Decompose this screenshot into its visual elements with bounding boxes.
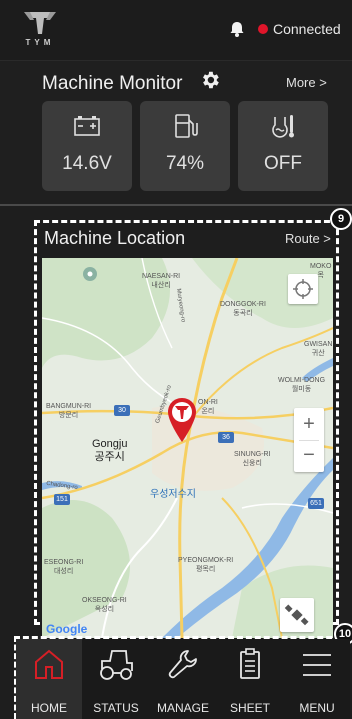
connection-status-dot (258, 24, 268, 34)
bell-icon[interactable] (228, 20, 246, 38)
app-header: TYM Connected (0, 0, 352, 60)
tractor-icon (100, 650, 133, 680)
my-location-button[interactable] (288, 274, 318, 304)
map-label-reservoir: 우성저수지 (150, 489, 196, 500)
nav-label-menu: MENU (299, 701, 335, 715)
gear-icon[interactable] (199, 69, 221, 91)
map-label-gwisan: GWISAN 귀산 (304, 341, 333, 357)
map-label-okseong: OKSEONG-RI 옥성리 (82, 597, 127, 613)
map-label-naesan: NAESAN-RI 내산리 (142, 273, 181, 289)
clipboard-icon (240, 648, 260, 679)
more-link[interactable]: More > (286, 75, 327, 90)
battery-icon (74, 116, 100, 136)
coolant-tile[interactable]: OFF (238, 101, 328, 191)
connection-status: Connected (273, 21, 341, 37)
nav-item-sheet[interactable]: SHEET (217, 639, 283, 719)
road-shield-651: 651 (310, 500, 322, 507)
nav-item-status[interactable]: STATUS (83, 639, 149, 719)
fuel-value: 74% (165, 153, 205, 174)
location-map[interactable]: NAESAN-RI 내산리 DONGGOK-RI 동곡리 MOKO 목 GWIS… (42, 258, 333, 638)
road-shield-151: 151 (56, 496, 68, 503)
wrench-icon (168, 650, 197, 679)
coolant-value: OFF (264, 153, 302, 174)
machine-monitor-section: Machine Monitor More > 14.6V 74% OFF (0, 60, 352, 204)
logo-text: TYM (25, 38, 55, 47)
annotation-badge-9: 9 (330, 208, 352, 230)
map-label-wolmi: WOLMI-DONG 월미동 (278, 377, 326, 393)
machine-location-pin-icon[interactable] (167, 397, 197, 443)
home-icon (35, 649, 63, 679)
nav-item-menu[interactable]: MENU (284, 639, 350, 719)
satellite-view-button[interactable] (280, 598, 314, 632)
map-label-sinung: SINUNG-RI 신웅리 (234, 451, 271, 467)
road-shield-30: 30 (118, 407, 126, 414)
zoom-out-button[interactable]: − (294, 441, 324, 471)
fuel-tile[interactable]: 74% (140, 101, 230, 191)
fuel-icon (175, 114, 198, 138)
nav-label-status: STATUS (93, 701, 139, 715)
crosshair-icon (293, 279, 313, 299)
map-background (42, 258, 333, 638)
google-attribution: Google (46, 622, 88, 636)
nav-label-sheet: SHEET (229, 701, 270, 715)
tym-logo-icon (24, 12, 56, 34)
satellite-icon (284, 604, 309, 626)
battery-tile[interactable]: 14.6V (42, 101, 132, 191)
nav-item-home[interactable]: HOME (16, 639, 82, 719)
nav-item-manage[interactable]: MANAGE (150, 639, 216, 719)
bottom-navigation: HOME STATUS MANAGE SHEET MENU (16, 639, 350, 719)
nav-label-home: HOME (31, 701, 67, 715)
zoom-in-button[interactable]: + (294, 410, 324, 440)
coolant-temperature-icon (272, 115, 294, 138)
nav-label-manage: MANAGE (156, 701, 209, 715)
battery-value: 14.6V (62, 153, 112, 174)
map-label-donggok: DONGGOK-RI 동곡리 (220, 301, 266, 317)
section-divider (0, 204, 352, 206)
map-label-gongju: Gongju 공주시 (92, 438, 128, 463)
route-link[interactable]: Route > (285, 231, 331, 246)
machine-location-title: Machine Location (44, 228, 186, 248)
machine-monitor-title: Machine Monitor (42, 73, 183, 94)
tym-logo[interactable]: TYM (20, 10, 60, 48)
map-label-bangmun: BANGMUN-RI 방문리 (46, 403, 92, 419)
map-label-on: ON-RI 온리 (198, 399, 218, 415)
road-shield-36: 36 (222, 434, 230, 441)
zoom-control: + − (294, 408, 324, 472)
map-label-daesong: ESEONG-RI 대성리 (44, 559, 84, 575)
map-label-pyeongmok: PYEONGMOK-RI 평목리 (178, 557, 234, 573)
hamburger-icon (303, 654, 331, 676)
